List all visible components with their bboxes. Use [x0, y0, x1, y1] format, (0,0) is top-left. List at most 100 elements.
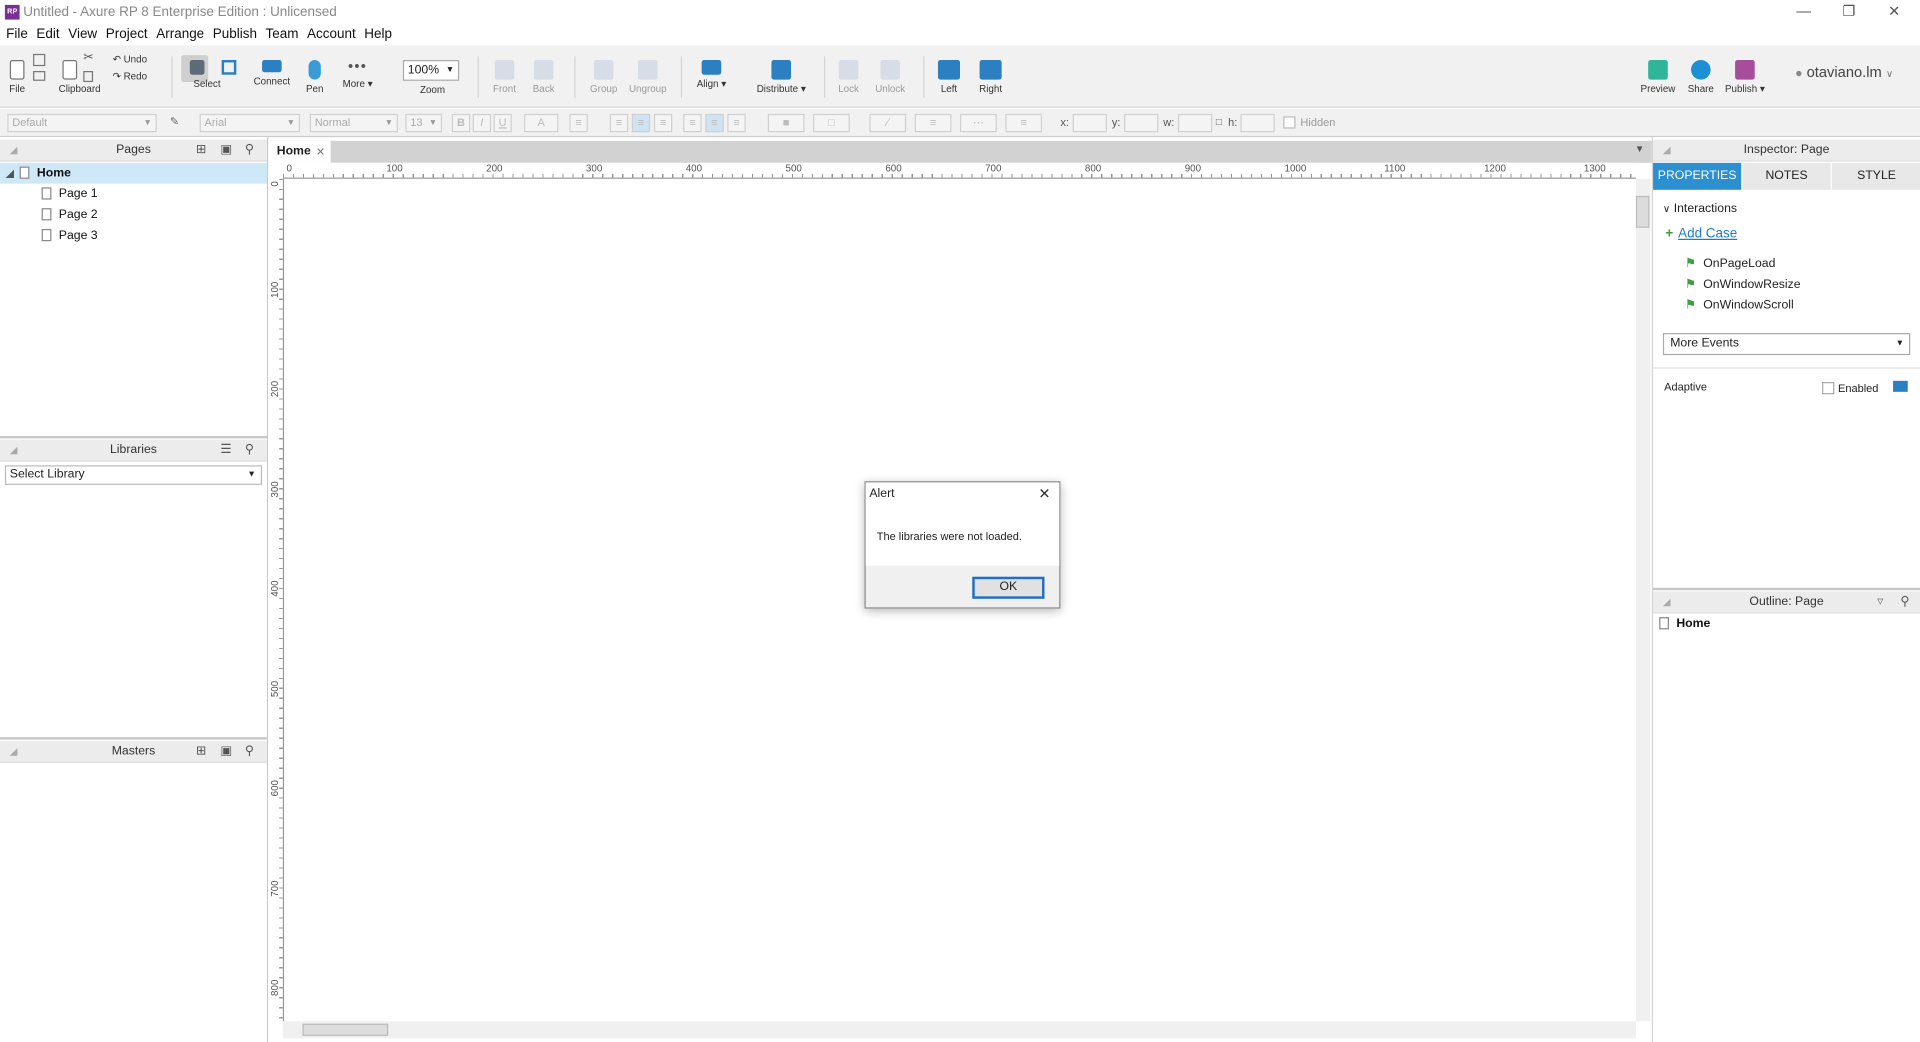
event-onwindowscroll[interactable]: ⚑ OnWindowScroll — [1685, 299, 1794, 312]
file-button[interactable]: File — [5, 45, 29, 94]
adaptive-enabled-checkbox[interactable] — [1822, 382, 1835, 395]
copy-icon[interactable] — [83, 71, 94, 83]
align-center-icon[interactable]: ≡ — [631, 113, 651, 133]
search-icon[interactable]: ⚲ — [245, 140, 254, 162]
restore-button[interactable]: ❐ — [1827, 0, 1871, 23]
toggle-right-pane-button[interactable]: Right — [976, 45, 1005, 94]
style-editor-icon[interactable]: ✎ — [165, 114, 183, 132]
open-folder-icon[interactable] — [33, 71, 46, 81]
search-icon[interactable]: ⚲ — [1900, 591, 1909, 613]
shadow-icon[interactable]: □ — [813, 113, 850, 133]
clipboard-button[interactable]: Clipboard — [56, 45, 103, 94]
scroll-thumb[interactable] — [302, 1023, 389, 1036]
font-size-select[interactable]: 13 ▼ — [405, 113, 443, 133]
pane-divider[interactable] — [0, 435, 267, 439]
tree-item-page-3[interactable]: Page 3 — [41, 229, 98, 244]
align-top-icon[interactable]: ≡ — [683, 113, 702, 133]
send-to-back-button[interactable]: Back — [529, 45, 558, 94]
close-window-button[interactable]: ✕ — [1872, 0, 1916, 23]
tab-notes[interactable]: NOTES — [1742, 162, 1831, 190]
tab-properties[interactable]: PROPERTIES — [1653, 162, 1742, 190]
pin-icon[interactable]: ◢ — [10, 440, 18, 462]
align-bottom-icon[interactable]: ≡ — [727, 113, 746, 133]
x-field[interactable] — [1072, 113, 1107, 133]
add-master-icon[interactable]: ⊞ — [196, 741, 206, 763]
add-folder-icon[interactable]: ▣ — [220, 741, 232, 763]
connect-button[interactable]: Connect — [252, 45, 291, 87]
redo-button[interactable]: ↷ Redo — [113, 71, 147, 82]
search-icon[interactable]: ⚲ — [245, 741, 254, 763]
tab-home[interactable]: Home ✕ — [268, 140, 331, 163]
collapse-triangle-icon[interactable]: ◢ — [6, 168, 14, 179]
close-tab-icon[interactable]: ✕ — [316, 141, 325, 163]
pin-icon[interactable]: ◢ — [10, 140, 18, 162]
align-button[interactable]: Align ▾ — [693, 45, 730, 89]
add-page-icon[interactable]: ⊞ — [196, 140, 206, 162]
library-select[interactable]: Select Library ▼ — [4, 465, 263, 485]
event-onwindowresize[interactable]: ⚑ OnWindowResize — [1685, 278, 1801, 291]
pin-icon[interactable]: ◢ — [1663, 591, 1671, 613]
pane-divider[interactable] — [0, 737, 267, 740]
event-onpageload[interactable]: ⚑ OnPageLoad — [1685, 257, 1776, 270]
save-icon[interactable] — [33, 53, 46, 67]
bullet-list-icon[interactable]: ≡ — [569, 113, 588, 133]
tree-item-home[interactable]: ◢ Home — [0, 162, 267, 184]
menu-account[interactable]: Account — [307, 27, 356, 42]
underline-icon[interactable]: U — [493, 113, 512, 133]
adaptive-views-icon[interactable] — [1893, 380, 1908, 392]
menu-edit[interactable]: Edit — [36, 27, 59, 42]
pen-button[interactable]: Pen — [301, 45, 328, 94]
width-field[interactable] — [1177, 113, 1213, 133]
align-left-icon[interactable]: ≡ — [609, 113, 629, 133]
style-select[interactable]: Default ▼ — [7, 113, 157, 133]
tab-style[interactable]: STYLE — [1831, 162, 1920, 190]
interactions-section[interactable]: ∨ Interactions — [1663, 202, 1737, 215]
align-right-icon[interactable]: ≡ — [653, 113, 673, 133]
menu-arrange[interactable]: Arrange — [156, 27, 204, 42]
menu-publish[interactable]: Publish — [213, 27, 257, 42]
bring-to-front-button[interactable]: Front — [490, 45, 519, 94]
cut-icon[interactable]: ✂ — [83, 51, 93, 64]
add-folder-icon[interactable]: ▣ — [220, 140, 232, 162]
menu-view[interactable]: View — [68, 27, 97, 42]
user-account-button[interactable]: ● otaviano.lm ∨ — [1795, 64, 1893, 81]
scroll-thumb[interactable] — [1635, 195, 1650, 228]
line-pattern-icon[interactable]: ⋯ — [960, 113, 997, 133]
menu-team[interactable]: Team — [266, 27, 299, 42]
more-events-select[interactable]: More Events ▼ — [1662, 333, 1911, 356]
line-color-icon[interactable]: ∕ — [869, 113, 907, 133]
tree-item-page-2[interactable]: Page 2 — [41, 208, 98, 223]
preview-button[interactable]: Preview — [1638, 45, 1677, 94]
menu-help[interactable]: Help — [364, 27, 392, 42]
undo-button[interactable]: ↶ Undo — [113, 54, 147, 65]
ok-button[interactable]: OK — [972, 576, 1045, 599]
font-weight-select[interactable]: Normal ▼ — [309, 113, 398, 133]
ungroup-button[interactable]: Ungroup — [627, 45, 669, 94]
share-button[interactable]: Share — [1685, 45, 1717, 94]
add-case-link[interactable]: + Add Case — [1665, 227, 1737, 242]
fill-color-icon[interactable]: ■ — [767, 113, 805, 133]
close-icon[interactable]: ✕ — [1038, 485, 1050, 502]
toggle-left-pane-button[interactable]: Left — [936, 45, 963, 94]
menu-file[interactable]: File — [6, 27, 28, 42]
tab-list-chevron-icon[interactable]: ▼ — [1635, 143, 1645, 154]
font-color-icon[interactable]: A — [524, 113, 559, 133]
vertical-scrollbar[interactable] — [1635, 178, 1651, 1022]
align-middle-icon[interactable]: ≡ — [705, 113, 724, 133]
lock-aspect-icon[interactable]: □ — [1216, 116, 1222, 127]
distribute-button[interactable]: Distribute ▾ — [752, 45, 811, 94]
unlock-button[interactable]: Unlock — [872, 45, 909, 94]
line-width-icon[interactable]: ≡ — [914, 113, 952, 133]
font-family-select[interactable]: Arial ▼ — [199, 113, 301, 133]
outline-item-home[interactable]: Home — [1659, 617, 1710, 631]
tree-item-page-1[interactable]: Page 1 — [41, 187, 98, 202]
zoom-select[interactable]: 100% ▼ — [402, 60, 460, 81]
horizontal-scrollbar[interactable] — [282, 1021, 1636, 1039]
menu-icon[interactable]: ☰ — [220, 440, 231, 462]
group-button[interactable]: Group — [588, 45, 620, 94]
pin-icon[interactable]: ◢ — [1663, 140, 1671, 162]
pane-divider[interactable] — [1653, 587, 1920, 591]
hidden-checkbox[interactable] — [1283, 116, 1296, 129]
minimize-button[interactable]: — — [1782, 0, 1826, 23]
bold-icon[interactable]: B — [451, 113, 471, 133]
